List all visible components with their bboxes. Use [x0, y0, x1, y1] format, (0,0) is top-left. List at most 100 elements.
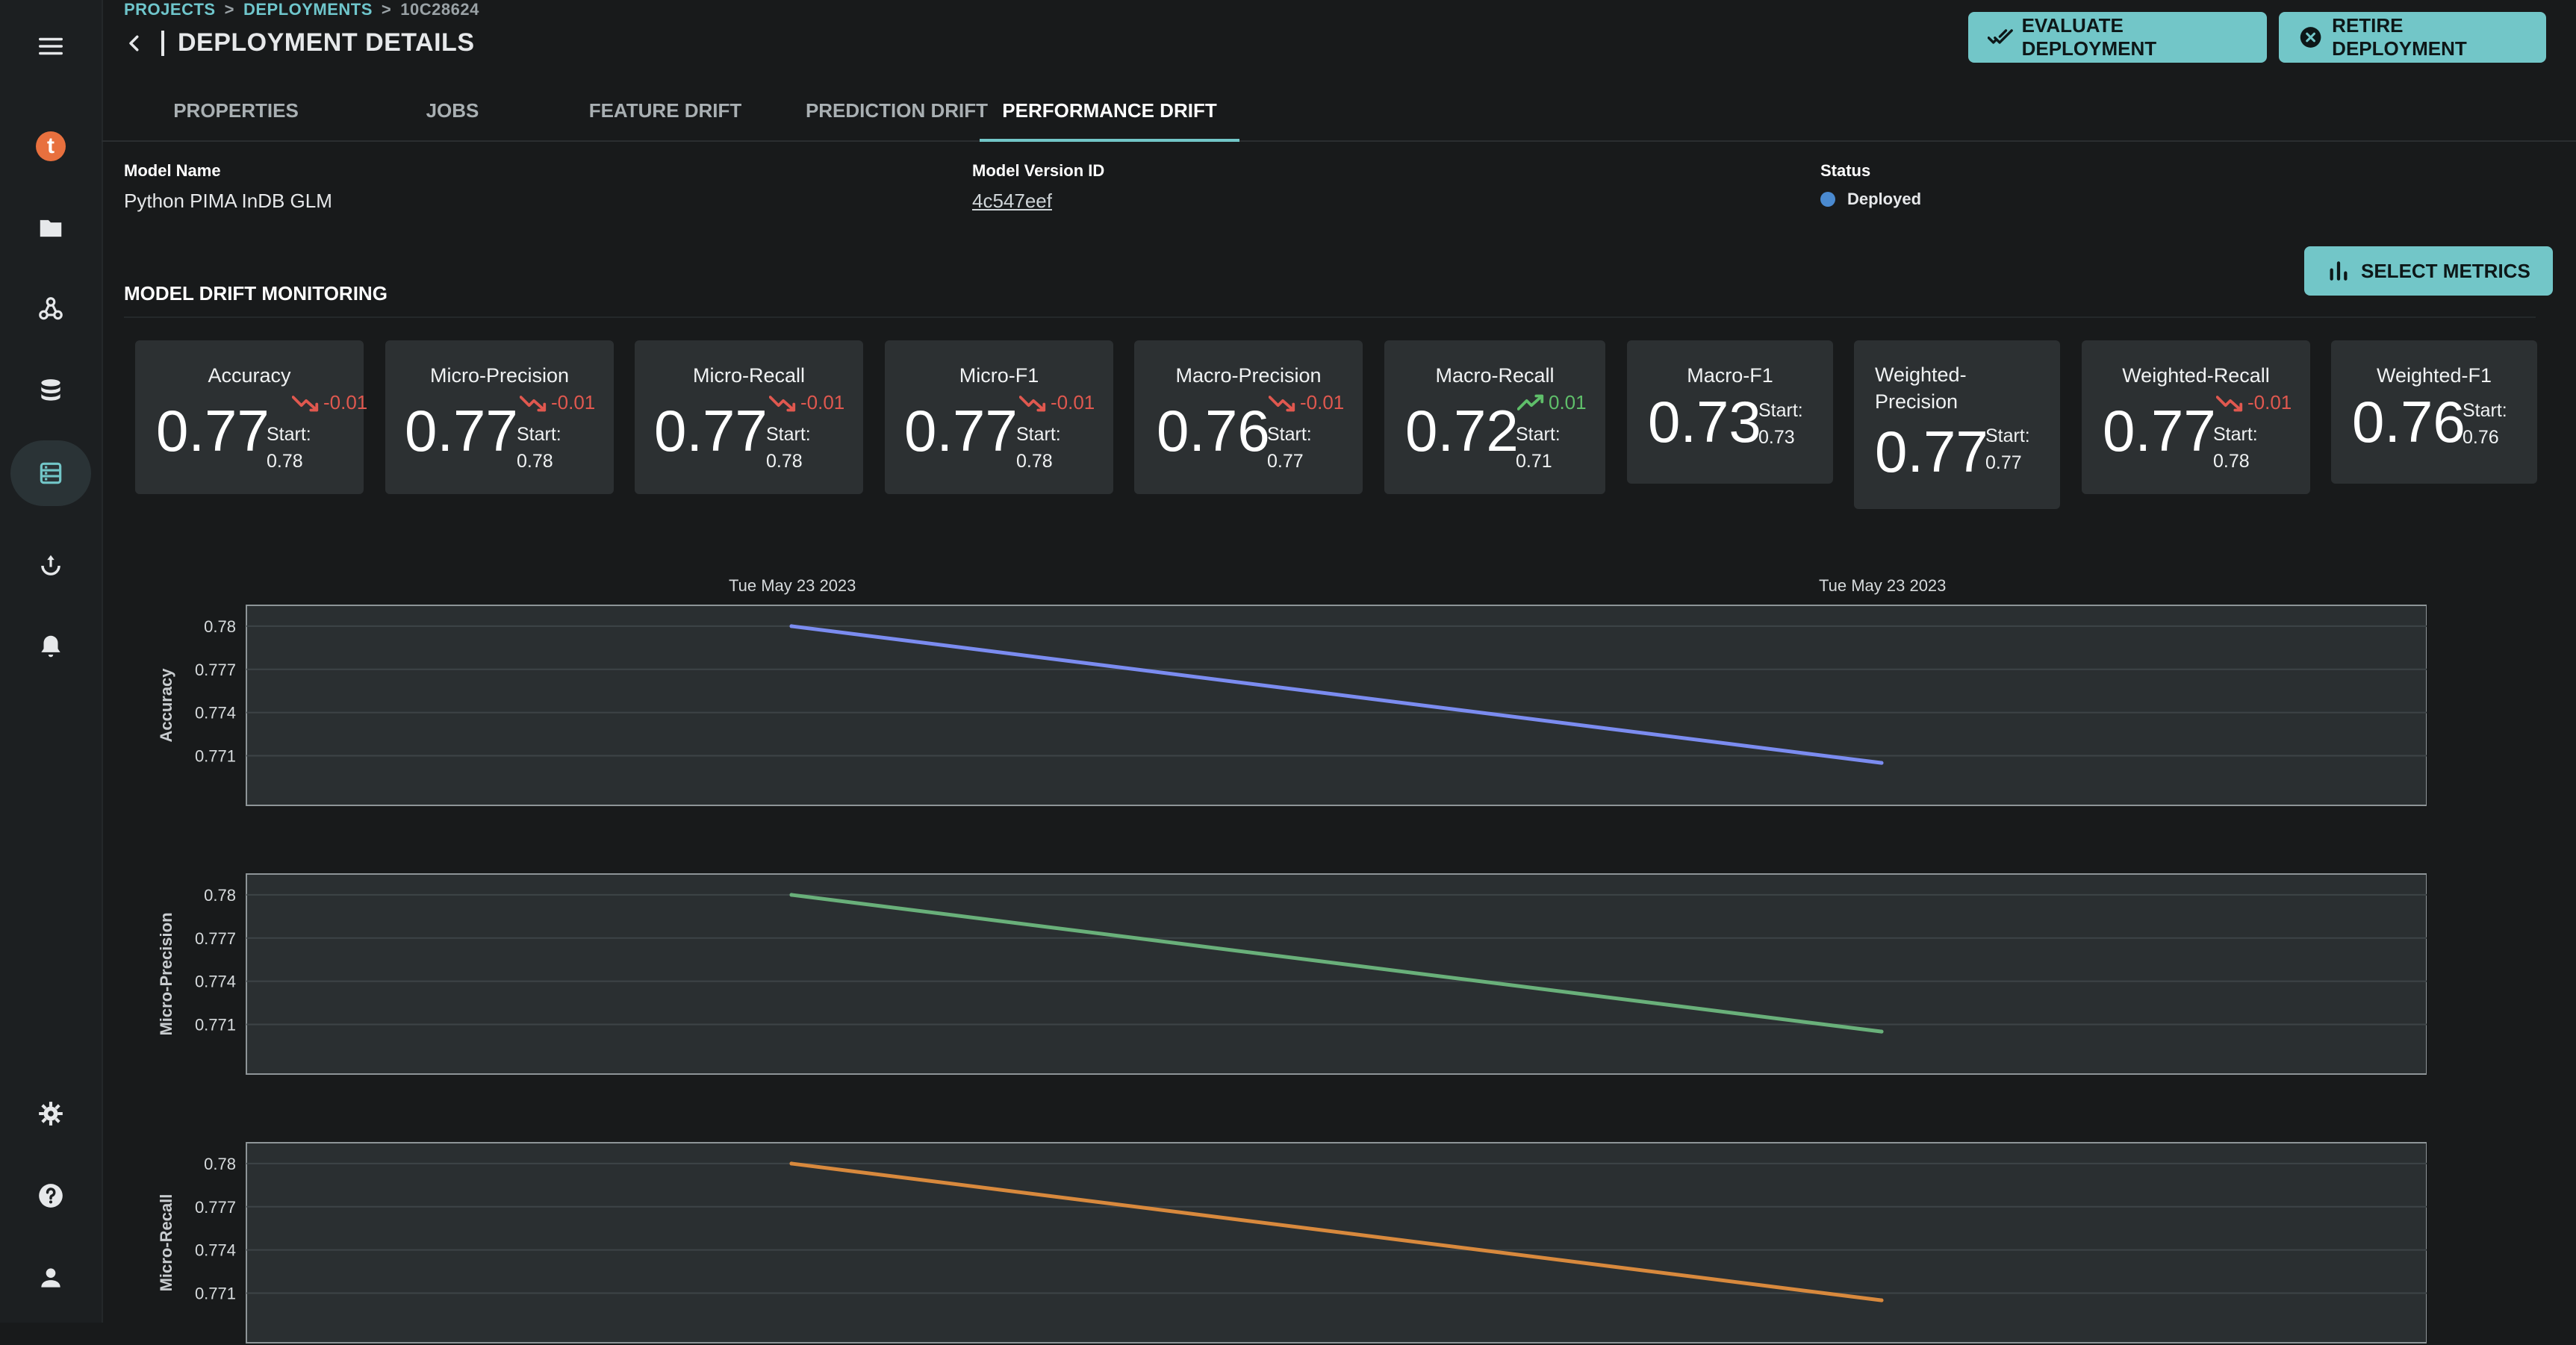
sidebar-item-deployments[interactable]	[10, 440, 91, 506]
data-point[interactable]	[789, 893, 794, 897]
metric-delta: 0.01	[1517, 391, 1587, 414]
select-metrics-button[interactable]: SELECT METRICS	[2304, 246, 2553, 296]
metric-name: Micro-Precision	[429, 364, 570, 387]
close-circle-icon	[2300, 27, 2321, 48]
y-tick-label: 0.771	[195, 1285, 236, 1303]
metric-card-weighted-f1: Weighted-F1 0.76 Start: 0.76	[2331, 340, 2537, 484]
metric-start-value: 0.78	[517, 451, 553, 472]
metric-card-micro-recall: Micro-Recall 0.77 -0.01 Start: 0.78	[635, 340, 863, 494]
metric-start-value: 0.76	[2463, 427, 2499, 448]
monitoring-icon	[41, 555, 60, 575]
done-all-icon	[1988, 29, 2013, 44]
page-title: DEPLOYMENT DETAILS	[178, 28, 475, 57]
metric-card-weighted-recall: Weighted-Recall 0.77 -0.01 Start: 0.78	[2082, 340, 2310, 494]
sidebar-item-projects[interactable]	[10, 196, 91, 261]
deployments-icon	[40, 462, 62, 484]
metric-start-label: Start:	[766, 424, 811, 445]
metric-start-value: 0.77	[1985, 452, 2022, 473]
select-metrics-label: SELECT METRICS	[2361, 259, 2530, 282]
metric-start: Start: 0.78	[1016, 421, 1061, 475]
metric-start: Start: 0.77	[1985, 422, 2030, 476]
webhook-icon	[39, 297, 63, 320]
tab-performance-drift[interactable]: PERFORMANCE DRIFT	[980, 81, 1239, 142]
metric-card-micro-precision: Micro-Precision 0.77 -0.01 Start: 0.78	[385, 340, 614, 494]
metric-start-label: Start:	[2213, 424, 2258, 445]
metric-start: Start: 0.76	[2463, 397, 2507, 451]
metric-name: Macro-F1	[1687, 364, 1773, 387]
settings-icon	[39, 1102, 63, 1126]
model-name-value: Python PIMA InDB GLM	[124, 190, 332, 212]
metric-start: Start: 0.78	[267, 421, 311, 475]
tab-jobs[interactable]: JOBS	[348, 81, 557, 140]
breadcrumb-deployments[interactable]: DEPLOYMENTS	[243, 0, 373, 19]
back-button[interactable]	[121, 30, 148, 57]
sidebar: t	[0, 0, 103, 1323]
sidebar-item-home[interactable]: t	[10, 113, 91, 179]
breadcrumb-separator: >	[224, 0, 234, 19]
metric-name: Accuracy	[208, 364, 291, 387]
tab-feature-drift[interactable]: FEATURE DRIFT	[557, 81, 774, 140]
y-tick-label: 0.774	[195, 1241, 236, 1260]
chevron-left-icon	[129, 35, 139, 51]
sidebar-item-alerts[interactable]	[10, 614, 91, 679]
metric-name: Micro-F1	[959, 364, 1039, 387]
data-point[interactable]	[789, 1161, 794, 1166]
metric-start-label: Start:	[1016, 424, 1061, 445]
data-point[interactable]	[789, 624, 794, 628]
metric-start-value: 0.71	[1516, 451, 1552, 472]
x-axis-date-label: Tue May 23 2023	[1819, 576, 1947, 595]
y-tick-label: 0.777	[195, 1198, 236, 1217]
metric-value: 0.77	[405, 398, 518, 464]
metric-delta-value: -0.01	[1051, 391, 1095, 414]
plot-area	[246, 873, 2427, 1075]
metric-name: Micro-Recall	[692, 364, 806, 387]
metric-value: 0.76	[1157, 398, 1270, 464]
metric-name: Weighted-Recall	[2122, 364, 2270, 387]
model-version-label: Model Version ID	[972, 161, 1105, 180]
sidebar-item-connections[interactable]	[10, 276, 91, 342]
y-axis-label: Micro-Recall	[157, 1194, 175, 1292]
y-tick-label: 0.774	[195, 704, 236, 723]
breadcrumb-current: 10C28624	[400, 0, 479, 19]
trending-down-icon	[1269, 395, 1295, 411]
logo-icon: t	[36, 131, 66, 161]
metric-start: Start: 0.78	[766, 421, 811, 475]
evaluate-deployment-label: EVALUATE DEPLOYMENT	[2021, 14, 2157, 60]
trending-down-icon	[769, 395, 796, 411]
y-tick-label: 0.771	[195, 1016, 236, 1035]
breadcrumb-separator: >	[381, 0, 392, 19]
metric-name: Weighted-F1	[2376, 364, 2492, 387]
metric-start-label: Start:	[1516, 424, 1561, 445]
metric-start-label: Start:	[1267, 424, 1312, 445]
metric-card-weighted-precision: Weighted-Precision 0.77 Start: 0.77	[1854, 340, 2060, 509]
metric-card-accuracy: Accuracy 0.77 -0.01 Start: 0.78	[135, 340, 367, 494]
metric-delta-value: -0.01	[800, 391, 845, 414]
sidebar-item-settings[interactable]	[10, 1081, 91, 1146]
data-point[interactable]	[1879, 761, 1884, 765]
breadcrumb-projects[interactable]: PROJECTS	[124, 0, 216, 19]
sidebar-item-datasets[interactable]	[10, 358, 91, 424]
metric-start-label: Start:	[2463, 400, 2507, 421]
tab-properties[interactable]: PROPERTIES	[124, 81, 348, 140]
y-tick-label: 0.774	[195, 973, 236, 991]
sidebar-item-help[interactable]	[10, 1163, 91, 1229]
evaluate-deployment-button[interactable]: EVALUATE DEPLOYMENT	[1968, 12, 2267, 63]
y-tick-label: 0.771	[195, 747, 236, 766]
metric-card-micro-f1: Micro-F1 0.77 -0.01 Start: 0.78	[885, 340, 1113, 494]
menu-icon	[39, 37, 63, 55]
retire-deployment-button[interactable]: RETIRE DEPLOYMENT	[2279, 12, 2546, 63]
metric-delta-value: 0.01	[1549, 391, 1587, 414]
y-tick-label: 0.777	[195, 661, 236, 679]
trending-down-icon	[2216, 395, 2243, 411]
metric-value: 0.76	[2352, 389, 2465, 455]
sidebar-item-account[interactable]	[10, 1245, 91, 1311]
metric-value: 0.77	[904, 398, 1018, 464]
menu-button[interactable]	[10, 13, 91, 79]
metric-name: Macro-Recall	[1435, 364, 1555, 387]
sidebar-item-monitoring[interactable]	[10, 533, 91, 599]
metric-start-label: Start:	[1758, 400, 1803, 421]
metric-value: 0.73	[1648, 389, 1761, 455]
data-point[interactable]	[1879, 1298, 1884, 1302]
data-point[interactable]	[1879, 1029, 1884, 1034]
model-version-link[interactable]: 4c547eef	[972, 190, 1104, 213]
